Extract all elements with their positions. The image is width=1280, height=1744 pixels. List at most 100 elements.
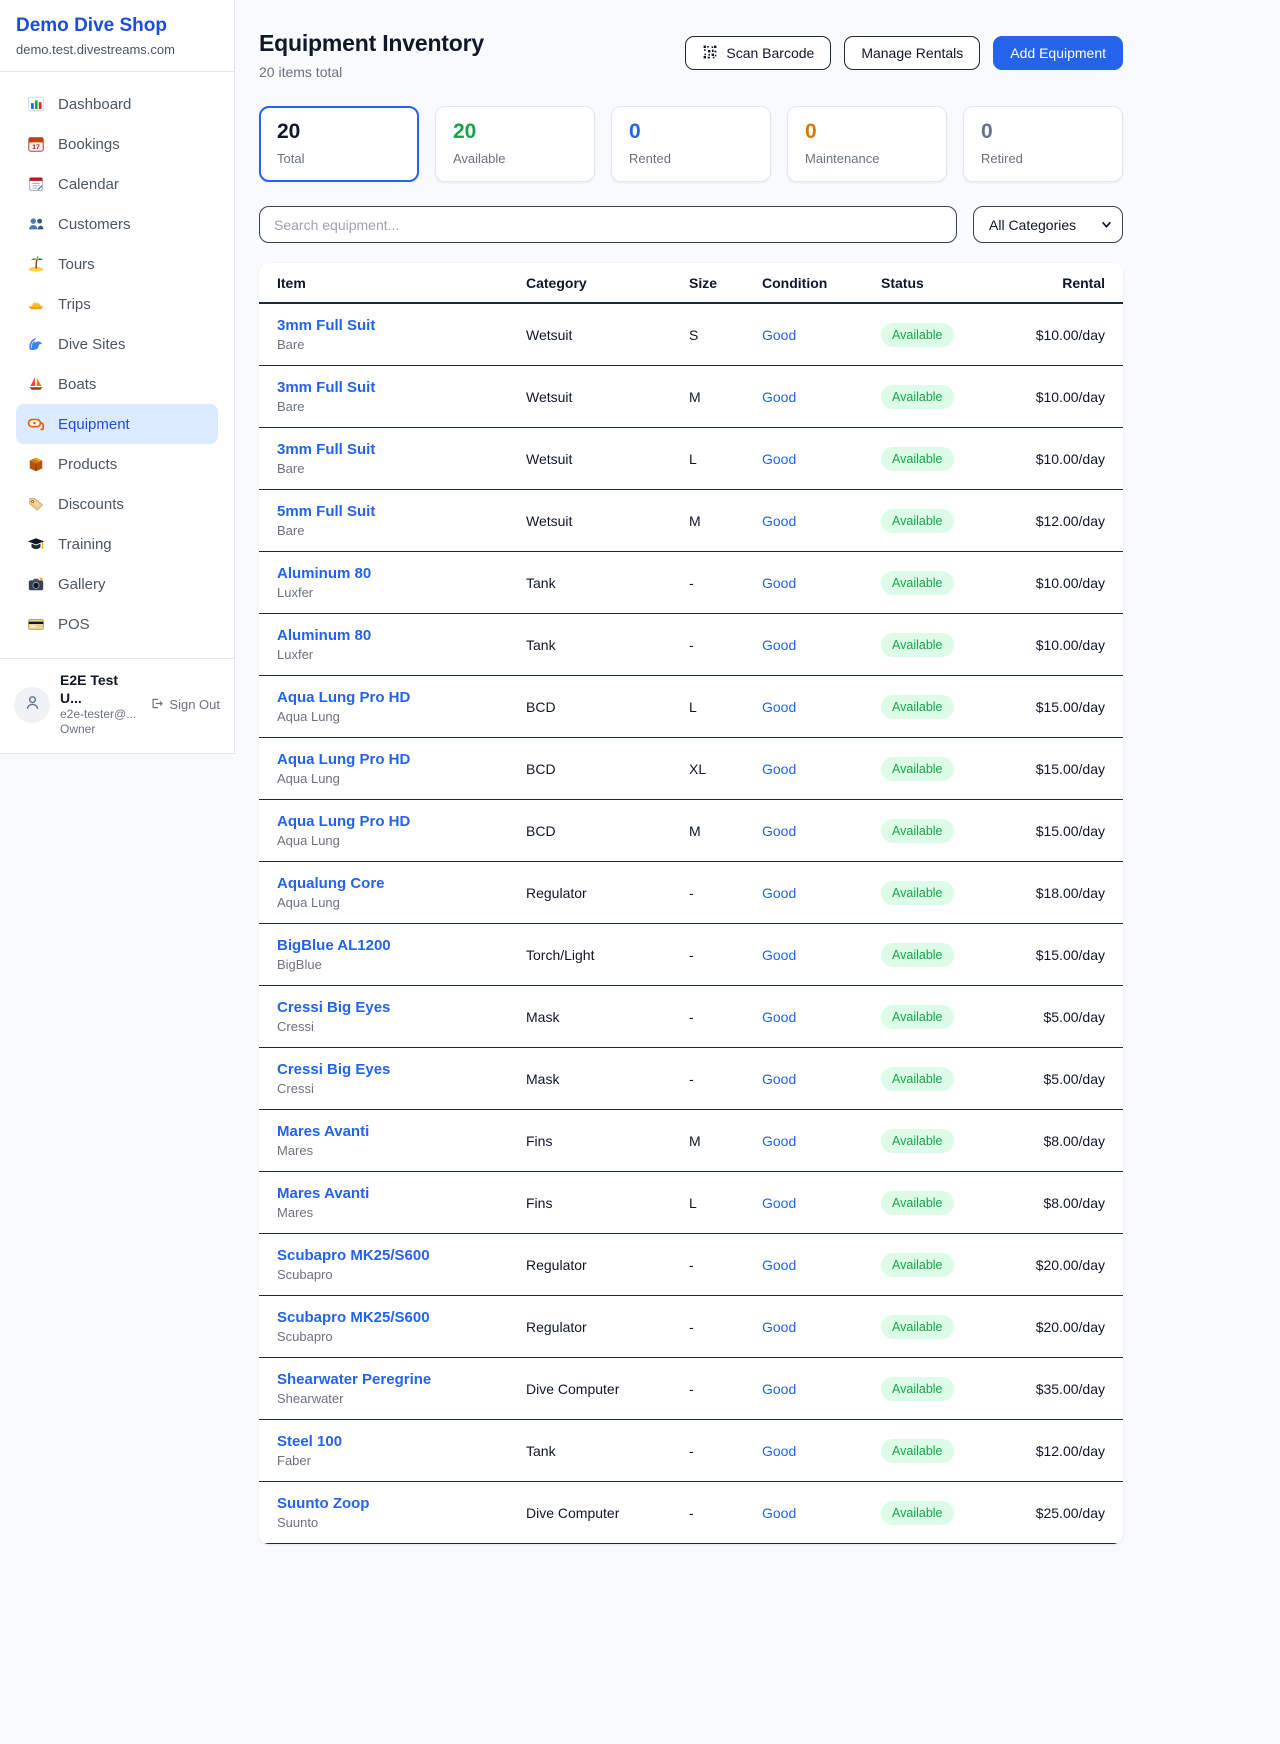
category-cell: Wetsuit <box>526 389 689 405</box>
condition-link[interactable]: Good <box>762 1133 881 1149</box>
item-name-link[interactable]: Cressi Big Eyes <box>277 999 526 1016</box>
sidebar-item-boats[interactable]: Boats <box>16 364 218 404</box>
condition-link[interactable]: Good <box>762 575 881 591</box>
user-email: e2e-tester@... <box>60 707 139 722</box>
condition-link[interactable]: Good <box>762 327 881 343</box>
status-badge: Available <box>881 1377 954 1401</box>
item-name-link[interactable]: Aqua Lung Pro HD <box>277 751 526 768</box>
rental-price: $20.00/day <box>1036 1319 1105 1335</box>
item-name-link[interactable]: 3mm Full Suit <box>277 379 526 396</box>
sidebar-item-dive-sites[interactable]: Dive Sites <box>16 324 218 364</box>
sidebar-item-products[interactable]: Products <box>16 444 218 484</box>
condition-link[interactable]: Good <box>762 1443 881 1459</box>
condition-link[interactable]: Good <box>762 1505 881 1521</box>
item-name-link[interactable]: 5mm Full Suit <box>277 503 526 520</box>
status-cell: Available <box>881 1439 1036 1463</box>
condition-link[interactable]: Good <box>762 451 881 467</box>
main-content: Equipment Inventory 20 items total Scan … <box>235 0 1124 1744</box>
sidebar-item-training[interactable]: Training <box>16 524 218 564</box>
table-row: 3mm Full SuitBareWetsuitMGoodAvailable$1… <box>259 366 1123 428</box>
item-cell: Cressi Big EyesCressi <box>277 1061 526 1096</box>
condition-link[interactable]: Good <box>762 761 881 777</box>
item-cell: Cressi Big EyesCressi <box>277 999 526 1034</box>
category-cell: Wetsuit <box>526 327 689 343</box>
condition-link[interactable]: Good <box>762 1319 881 1335</box>
item-name-link[interactable]: Mares Avanti <box>277 1123 526 1140</box>
manage-rentals-label: Manage Rentals <box>861 45 963 61</box>
condition-link[interactable]: Good <box>762 1195 881 1211</box>
stat-value: 20 <box>453 120 577 143</box>
stat-card-available[interactable]: 20Available <box>435 106 595 182</box>
item-brand: Bare <box>277 461 526 476</box>
table-row: Aqua Lung Pro HDAqua LungBCDMGoodAvailab… <box>259 800 1123 862</box>
status-cell: Available <box>881 757 1036 781</box>
stat-card-rented[interactable]: 0Rented <box>611 106 771 182</box>
condition-link[interactable]: Good <box>762 1257 881 1273</box>
item-brand: Faber <box>277 1453 526 1468</box>
item-name-link[interactable]: Cressi Big Eyes <box>277 1061 526 1078</box>
item-name-link[interactable]: Scubapro MK25/S600 <box>277 1247 526 1264</box>
sidebar-item-bookings[interactable]: 17 Bookings <box>16 124 218 164</box>
sidebar-item-pos[interactable]: POS <box>16 604 218 644</box>
item-name-link[interactable]: 3mm Full Suit <box>277 317 526 334</box>
item-cell: Scubapro MK25/S600Scubapro <box>277 1247 526 1282</box>
condition-link[interactable]: Good <box>762 1009 881 1025</box>
add-equipment-button[interactable]: Add Equipment <box>993 36 1123 70</box>
item-name-link[interactable]: Mares Avanti <box>277 1185 526 1202</box>
item-name-link[interactable]: Scubapro MK25/S600 <box>277 1309 526 1326</box>
condition-link[interactable]: Good <box>762 947 881 963</box>
condition-link[interactable]: Good <box>762 513 881 529</box>
calendar-date-icon: 17 <box>27 135 45 153</box>
sidebar-item-calendar[interactable]: Calendar <box>16 164 218 204</box>
condition-link[interactable]: Good <box>762 637 881 653</box>
manage-rentals-button[interactable]: Manage Rentals <box>844 36 980 70</box>
svg-text:17: 17 <box>32 144 40 151</box>
item-brand: Mares <box>277 1143 526 1158</box>
status-cell: Available <box>881 1315 1036 1339</box>
item-brand: Shearwater <box>277 1391 526 1406</box>
scan-barcode-button[interactable]: Scan Barcode <box>685 36 831 70</box>
item-name-link[interactable]: Shearwater Peregrine <box>277 1371 526 1388</box>
item-name-link[interactable]: Steel 100 <box>277 1433 526 1450</box>
condition-link[interactable]: Good <box>762 885 881 901</box>
sidebar-item-gallery[interactable]: Gallery <box>16 564 218 604</box>
stat-card-total[interactable]: 20Total <box>259 106 419 182</box>
stat-card-maintenance[interactable]: 0Maintenance <box>787 106 947 182</box>
sidebar-item-label: Bookings <box>58 136 120 153</box>
stat-card-retired[interactable]: 0Retired <box>963 106 1123 182</box>
condition-link[interactable]: Good <box>762 389 881 405</box>
item-name-link[interactable]: 3mm Full Suit <box>277 441 526 458</box>
item-name-link[interactable]: Aluminum 80 <box>277 565 526 582</box>
item-name-link[interactable]: BigBlue AL1200 <box>277 937 526 954</box>
item-name-link[interactable]: Aqua Lung Pro HD <box>277 689 526 706</box>
sidebar-item-customers[interactable]: Customers <box>16 204 218 244</box>
sidebar-item-dashboard[interactable]: Dashboard <box>16 84 218 124</box>
brand-title: Demo Dive Shop <box>16 15 218 37</box>
bar-chart-icon <box>27 95 45 113</box>
sidebar-panel: Demo Dive Shop demo.test.divestreams.com… <box>0 0 235 754</box>
item-brand: Scubapro <box>277 1329 526 1344</box>
sign-out-button[interactable]: Sign Out <box>149 696 220 714</box>
category-cell: Dive Computer <box>526 1381 689 1397</box>
condition-link[interactable]: Good <box>762 1071 881 1087</box>
item-name-link[interactable]: Aqua Lung Pro HD <box>277 813 526 830</box>
table-body: 3mm Full SuitBareWetsuitSGoodAvailable$1… <box>259 304 1123 1544</box>
sidebar-item-equipment[interactable]: Equipment <box>16 404 218 444</box>
user-section: E2E Test U... e2e-tester@... Owner Sign … <box>0 658 234 753</box>
condition-link[interactable]: Good <box>762 699 881 715</box>
item-name-link[interactable]: Suunto Zoop <box>277 1495 526 1512</box>
search-input[interactable] <box>259 206 957 243</box>
condition-link[interactable]: Good <box>762 823 881 839</box>
sidebar-item-trips[interactable]: Trips <box>16 284 218 324</box>
status-badge: Available <box>881 447 954 471</box>
condition-link[interactable]: Good <box>762 1381 881 1397</box>
sidebar-item-discounts[interactable]: Discounts <box>16 484 218 524</box>
category-select[interactable]: All Categories <box>973 206 1123 243</box>
user-name: E2E Test U... <box>60 672 139 707</box>
item-name-link[interactable]: Aqualung Core <box>277 875 526 892</box>
sidebar-item-tours[interactable]: Tours <box>16 244 218 284</box>
size-cell: L <box>689 699 762 715</box>
brand-domain: demo.test.divestreams.com <box>16 42 218 57</box>
table-row: Scubapro MK25/S600ScubaproRegulator-Good… <box>259 1296 1123 1358</box>
item-name-link[interactable]: Aluminum 80 <box>277 627 526 644</box>
